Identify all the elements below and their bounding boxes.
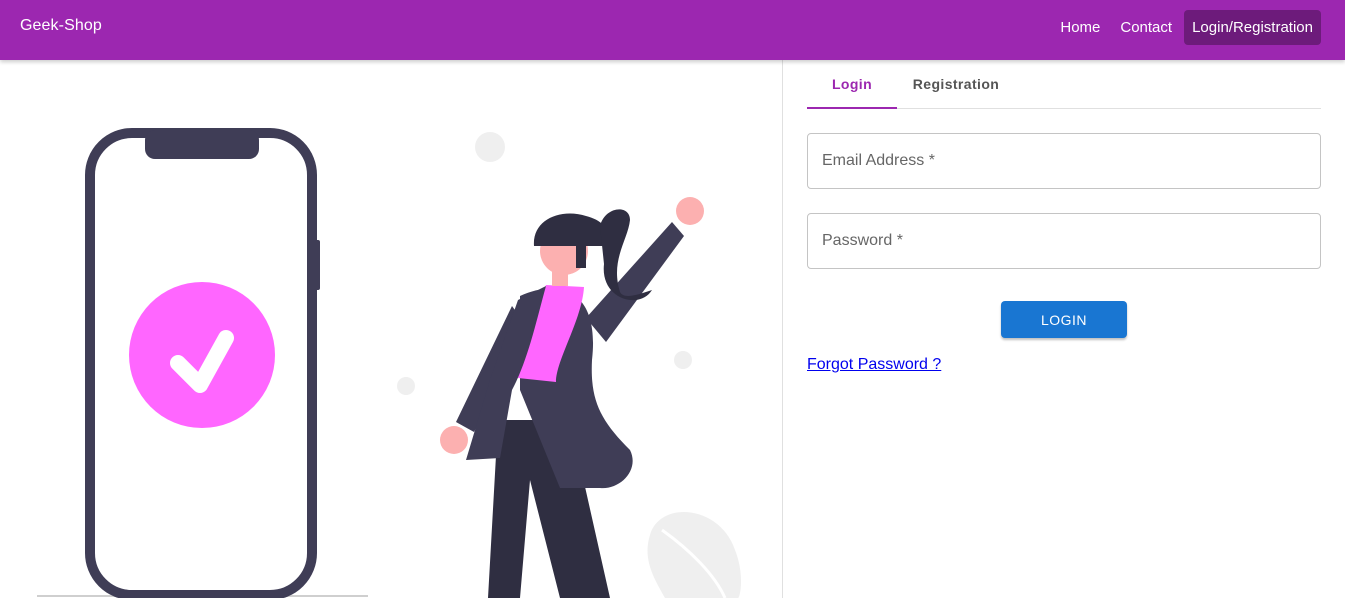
illustration-panel (0, 60, 782, 598)
email-input[interactable] (808, 134, 1320, 188)
login-button[interactable]: LOGIN (1001, 301, 1127, 338)
auth-panel: Login Registration Email Address * Passw… (807, 60, 1321, 598)
check-icon (129, 282, 275, 428)
success-illustration (37, 128, 742, 598)
password-input[interactable] (808, 214, 1320, 268)
decor-dot (397, 377, 415, 395)
app-bar: Geek-Shop Home Contact Login/Registratio… (0, 0, 1345, 60)
password-field[interactable]: Password * (807, 213, 1321, 269)
panel-divider (782, 60, 783, 598)
decor-dot (674, 351, 692, 369)
tab-indicator (807, 107, 897, 109)
main-nav: Home Contact Login/Registration (1048, 10, 1321, 45)
email-field[interactable]: Email Address * (807, 133, 1321, 189)
nav-contact-link[interactable]: Contact (1112, 10, 1180, 45)
auth-tabs: Login Registration (807, 60, 1321, 109)
tab-registration[interactable]: Registration (897, 60, 1015, 108)
brand-logo[interactable]: Geek-Shop (20, 17, 102, 35)
tab-login[interactable]: Login (807, 60, 897, 108)
nav-login-registration-link[interactable]: Login/Registration (1184, 10, 1321, 45)
nav-home-link[interactable]: Home (1052, 10, 1108, 45)
forgot-password-link[interactable]: Forgot Password ? (807, 356, 941, 374)
decor-dot (475, 132, 505, 162)
leaf-icon (647, 512, 742, 598)
